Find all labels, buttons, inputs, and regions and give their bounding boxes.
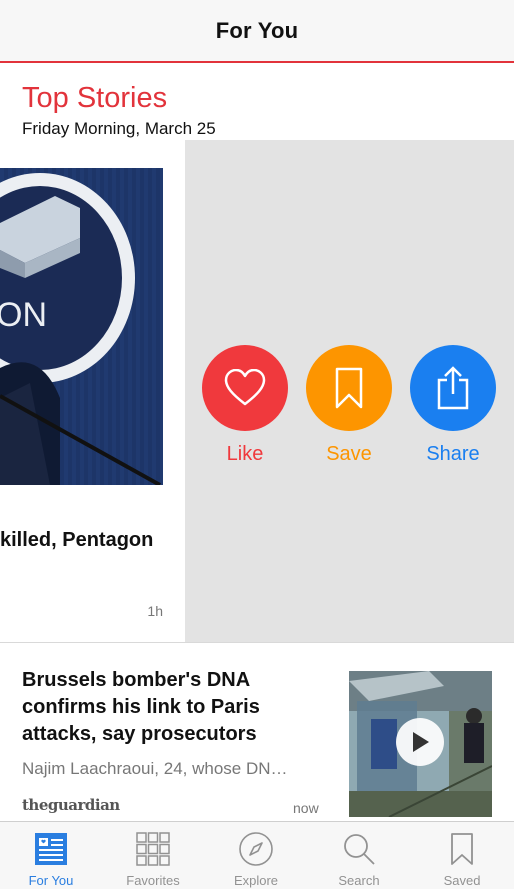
tab-label: Search (338, 873, 380, 888)
like-button[interactable]: Like (201, 345, 289, 466)
like-label: Like (226, 443, 264, 465)
article-source-logo: theguardian (22, 796, 120, 814)
article-video-thumbnail[interactable] (349, 671, 492, 817)
story-time: 1h (147, 603, 163, 619)
article-headline[interactable]: Brussels bomber's DNA confirms his link … (22, 667, 322, 748)
tab-label: For You (28, 873, 74, 888)
tab-saved[interactable]: Saved (411, 822, 513, 889)
save-label: Save (326, 443, 372, 465)
compass-icon (238, 831, 274, 867)
share-label: Share (426, 443, 480, 465)
nav-bar: For You (0, 0, 514, 63)
share-circle[interactable] (410, 345, 496, 431)
swipe-action-panel: Like Save Share (185, 140, 514, 642)
save-circle[interactable] (306, 345, 392, 431)
tab-label: Explore (233, 873, 279, 888)
bookmark-icon (335, 367, 363, 409)
article-time: now (293, 800, 319, 816)
nav-title: For You (215, 17, 299, 43)
top-story-card[interactable]: ON killed, Pentagon 1h (0, 140, 185, 642)
article-excerpt: Najim Laachraoui, 24, whose DN… (22, 759, 288, 778)
like-circle[interactable] (202, 345, 288, 431)
story-image: ON (0, 168, 163, 485)
seal-text: ON (0, 296, 47, 334)
tab-label: Favorites (126, 873, 180, 888)
tab-bar: For You Favorites Explore Search Saved (0, 821, 514, 889)
tab-explore[interactable]: Explore (205, 822, 307, 889)
bookmark-icon (444, 831, 480, 867)
play-button[interactable] (396, 718, 444, 766)
share-icon (437, 366, 469, 410)
share-button[interactable]: Share (409, 345, 497, 466)
save-button[interactable]: Save (305, 345, 393, 466)
grid-icon (135, 831, 171, 867)
tab-label: Saved (443, 873, 481, 888)
tab-search[interactable]: Search (308, 822, 410, 889)
tab-favorites[interactable]: Favorites (102, 822, 204, 889)
section-title: Top Stories (22, 82, 168, 114)
newspaper-icon (33, 831, 69, 867)
article-card[interactable]: Brussels bomber's DNA confirms his link … (0, 643, 514, 821)
play-icon (413, 732, 429, 752)
section-date: Friday Morning, March 25 (22, 119, 216, 138)
search-icon (341, 831, 377, 867)
heart-icon (224, 369, 266, 406)
tab-for-you[interactable]: For You (0, 822, 102, 889)
story-headline[interactable]: killed, Pentagon (0, 529, 153, 552)
